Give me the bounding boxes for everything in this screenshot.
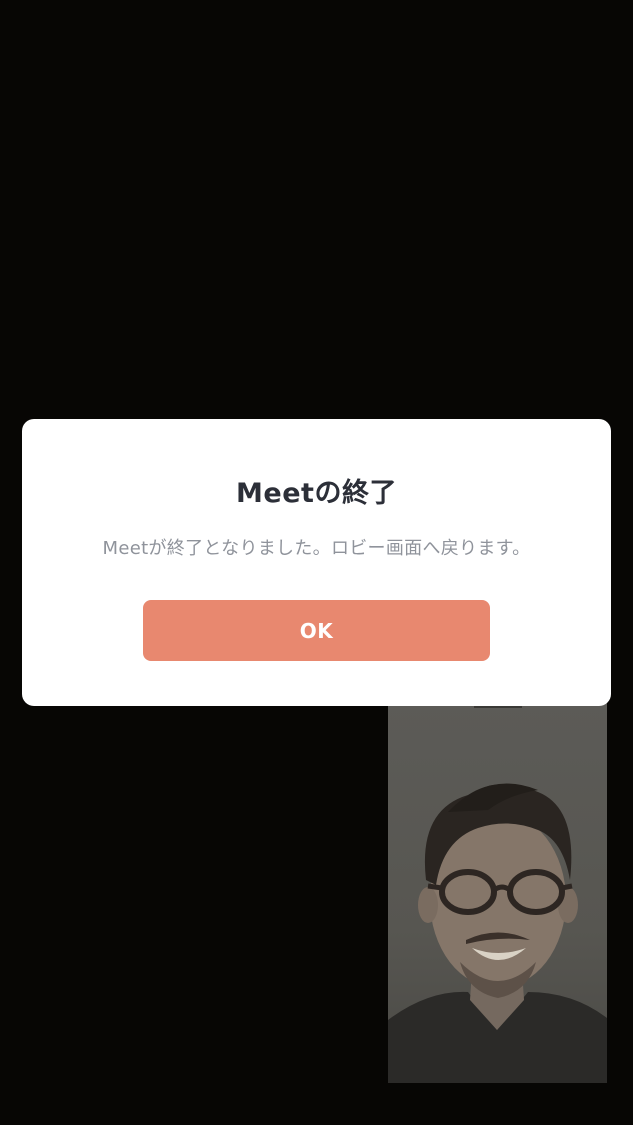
dialog-message: Meetが終了となりました。ロビー画面へ戻ります。 [102, 538, 531, 559]
self-view-video-tile[interactable] [388, 700, 607, 1083]
dialog-title: Meetの終了 [236, 478, 397, 509]
ok-button[interactable]: OK [143, 600, 490, 661]
participant-video-image [388, 783, 607, 1083]
meet-ended-dialog: Meetの終了 Meetが終了となりました。ロビー画面へ戻ります。 OK [22, 419, 611, 706]
video-call-screen: Meetの終了 Meetが終了となりました。ロビー画面へ戻ります。 OK [0, 0, 633, 1125]
